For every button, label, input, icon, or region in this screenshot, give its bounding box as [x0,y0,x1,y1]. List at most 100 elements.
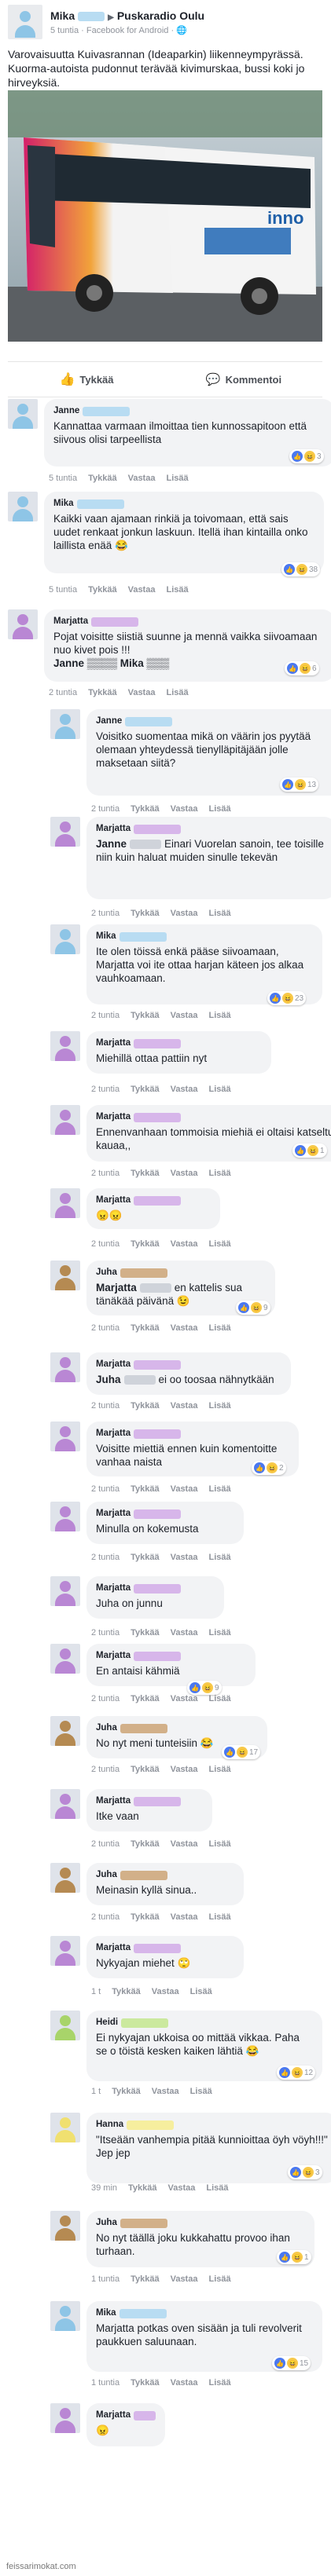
comment-reply-link[interactable]: Vastaa [171,2274,198,2284]
commenter-avatar[interactable] [50,1105,80,1135]
comment-reply-link[interactable]: Vastaa [171,1553,198,1562]
commenter-avatar[interactable] [50,1576,80,1606]
comment-reply-link[interactable]: Vastaa [128,585,156,595]
comment-like-link[interactable]: Tykkää [131,2274,160,2284]
commenter-name[interactable]: Marjatta [96,1941,131,1955]
comment-like-link[interactable]: Tykkää [112,1987,141,1996]
post-meta[interactable]: 5 tuntia · Facebook for Android · 🌐 [50,25,187,35]
comment-like-link[interactable]: Tykkää [131,1553,160,1562]
commenter-avatar[interactable] [50,1352,80,1382]
commenter-name[interactable]: Marjatta [96,1649,131,1663]
comment-reply-link[interactable]: Vastaa [171,1839,198,1849]
comment-time[interactable]: 2 tuntia [91,1765,120,1774]
comment-like-link[interactable]: Tykkää [128,2183,157,2193]
commenter-name[interactable]: Marjatta [96,1111,131,1124]
comment-time[interactable]: 2 tuntia [91,909,120,918]
comment-time[interactable]: 2 tuntia [91,1694,120,1703]
commenter-name[interactable]: Janne [53,404,79,418]
commenter-avatar[interactable] [50,1936,80,1966]
comment-reply-link[interactable]: Vastaa [152,1987,179,1996]
comment-time[interactable]: 2 tuntia [91,1839,120,1849]
comment-like-link[interactable]: Tykkää [88,474,117,483]
comment-time[interactable]: 2 tuntia [91,1323,120,1333]
author-avatar[interactable] [8,5,42,39]
reaction-count-badge[interactable]: 👍 😆 2 [252,1461,286,1475]
comment-time[interactable]: 39 min [91,2183,117,2193]
post-author[interactable]: Mika [50,9,75,22]
comment-time[interactable]: 2 tuntia [91,1401,120,1411]
commenter-name[interactable]: Juha [96,1868,117,1882]
comment-more-link[interactable]: Lisää [208,804,230,814]
commenter-avatar[interactable] [8,609,38,639]
comment-like-link[interactable]: Tykkää [131,1912,160,1922]
commenter-avatar[interactable] [50,1502,80,1531]
comment-reply-link[interactable]: Vastaa [128,688,156,697]
comment-like-link[interactable]: Tykkää [131,1765,160,1774]
commenter-name[interactable]: Mika [53,497,74,510]
comment-reply-link[interactable]: Vastaa [128,474,156,483]
comment-more-link[interactable]: Lisää [208,1239,230,1249]
commenter-name[interactable]: Janne [96,715,122,728]
comment-more-link[interactable]: Lisää [208,1401,230,1411]
comment-reply-link[interactable]: Vastaa [171,1628,198,1637]
comment-more-link[interactable]: Lisää [206,2183,228,2193]
comment-like-link[interactable]: Tykkää [131,1239,160,1249]
comment-more-link[interactable]: Lisää [208,909,230,918]
commenter-name[interactable]: Juha [96,1722,117,1735]
comment-reply-link[interactable]: Vastaa [171,1694,198,1703]
comment-more-link[interactable]: Lisää [208,1839,230,1849]
commenter-name[interactable]: Marjatta [96,1582,131,1595]
comment-more-link[interactable]: Lisää [208,1169,230,1178]
comment-more-link[interactable]: Lisää [166,585,188,595]
commenter-name[interactable]: Marjatta [53,615,88,628]
comment-reply-link[interactable]: Vastaa [171,1085,198,1094]
comment-like-link[interactable]: Tykkää [131,909,160,918]
commenter-avatar[interactable] [50,1863,80,1893]
comment-like-link[interactable]: Tykkää [131,2378,160,2388]
commenter-name[interactable]: Hanna [96,2118,123,2131]
comment-time[interactable]: 2 tuntia [91,1553,120,1562]
comment-reply-link[interactable]: Vastaa [171,1912,198,1922]
comment-reply-link[interactable]: Vastaa [171,1239,198,1249]
comment-more-link[interactable]: Lisää [166,474,188,483]
reaction-count-badge[interactable]: 👍 😆 3 [289,449,324,463]
comment-more-link[interactable]: Lisää [208,2378,230,2388]
comment-like-link[interactable]: Tykkää [131,1011,160,1020]
comment-more-link[interactable]: Lisää [208,1011,230,1020]
commenter-name[interactable]: Marjatta [96,1427,131,1440]
comment-time[interactable]: 2 tuntia [91,804,120,814]
reaction-count-badge[interactable]: 👍 😆 9 [187,1681,222,1695]
commenter-name[interactable]: Mika [96,930,116,943]
reaction-count-badge[interactable]: 👍 😆 17 [222,1745,261,1759]
comment-time[interactable]: 1 tuntia [91,2274,120,2284]
commenter-name[interactable]: Mika [96,2307,116,2320]
comment-reply-link[interactable]: Vastaa [171,1765,198,1774]
comment-like-link[interactable]: Tykkää [131,1484,160,1494]
comment-more-link[interactable]: Lisää [208,1694,230,1703]
commenter-avatar[interactable] [50,924,80,954]
comment-more-link[interactable]: Lisää [190,2087,212,2096]
commenter-avatar[interactable] [50,2011,80,2040]
comment-more-link[interactable]: Lisää [208,1484,230,1494]
reaction-count-badge[interactable]: 👍 😆 23 [267,991,307,1005]
comment-like-link[interactable]: Tykkää [112,2087,141,2096]
commenter-name[interactable]: Juha [96,1266,117,1279]
comment-like-link[interactable]: Tykkää [131,1169,160,1178]
comment-time[interactable]: 1 t [91,1987,101,1996]
comment-like-link[interactable]: Tykkää [131,1628,160,1637]
comment-time[interactable]: 2 tuntia [91,1484,120,1494]
reaction-count-badge[interactable]: 👍 😆 13 [280,778,319,792]
commenter-name[interactable]: Marjatta [96,822,131,836]
comment-like-link[interactable]: Tykkää [88,688,117,697]
comment-time[interactable]: 2 tuntia [91,1011,120,1020]
comment-reply-link[interactable]: Vastaa [171,1169,198,1178]
comment-more-link[interactable]: Lisää [208,1085,230,1094]
reaction-count-badge[interactable]: 👍 😆 1 [277,2250,311,2264]
commenter-name[interactable]: Marjatta [96,1507,131,1520]
commenter-avatar[interactable] [50,1031,80,1061]
post-image-bus[interactable]: inno [8,90,322,342]
comment-time[interactable]: 2 tuntia [91,1169,120,1178]
comment-time[interactable]: 2 tuntia [91,1085,120,1094]
comment-like-link[interactable]: Tykkää [131,1839,160,1849]
comment-like-link[interactable]: Tykkää [131,804,160,814]
